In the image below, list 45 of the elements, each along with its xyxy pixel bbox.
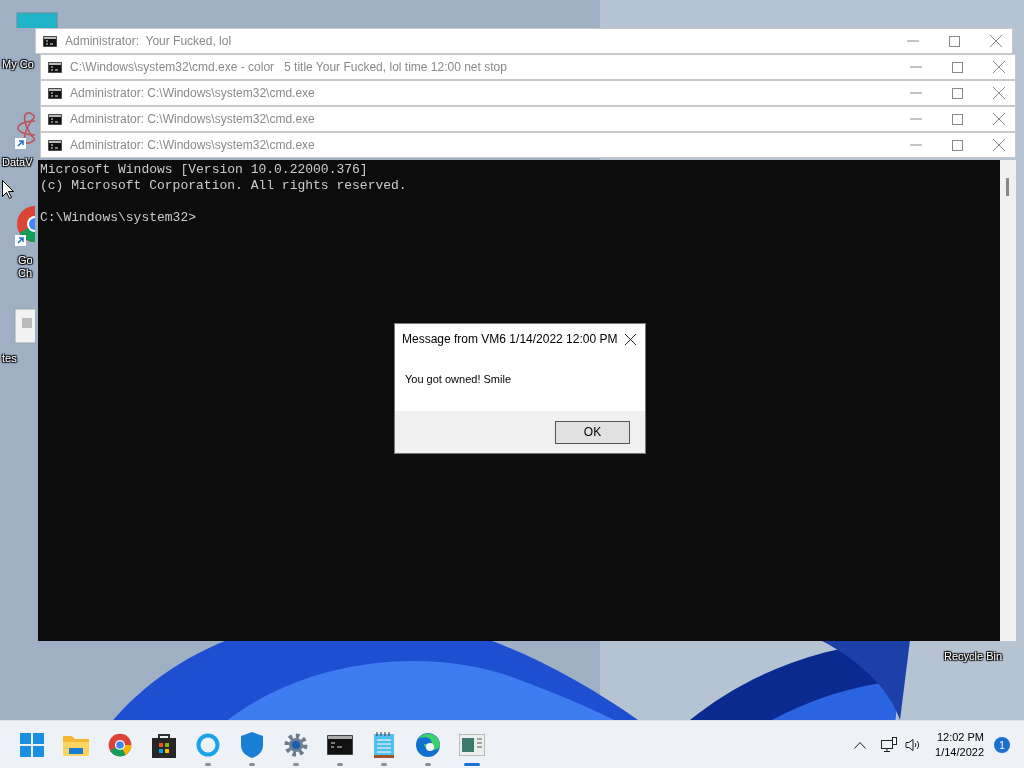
desktop-icon-label[interactable]: Recycle Bin xyxy=(944,648,1003,665)
ok-button[interactable]: OK xyxy=(555,420,630,444)
window-title: Administrator: Your Fucked, lol xyxy=(65,33,232,50)
ring-icon[interactable] xyxy=(196,733,220,757)
clock-time[interactable]: 12:02 PM xyxy=(936,730,984,745)
console-line: (c) Microsoft Corporation. All rights reserved. xyxy=(40,178,408,194)
maximize-icon[interactable] xyxy=(952,61,963,73)
maximize-icon[interactable] xyxy=(952,139,963,151)
clock-date[interactable]: 1/14/2022 xyxy=(935,745,984,760)
notification-count[interactable]: 1 xyxy=(994,737,1010,753)
maximize-icon[interactable] xyxy=(949,35,960,47)
chevron-up-icon[interactable] xyxy=(854,741,867,749)
console-icon xyxy=(48,113,62,125)
console-icon[interactable] xyxy=(327,735,353,755)
chrome-icon[interactable] xyxy=(108,733,132,757)
console-icon xyxy=(48,87,62,99)
close-icon[interactable] xyxy=(625,333,636,345)
console-prompt: C:\Windows\system32> xyxy=(40,210,198,226)
dialog-title: Message from VM6 1/14/2022 12:00 PM xyxy=(402,331,618,348)
desktop-icon-label[interactable]: Go Ch xyxy=(18,254,34,280)
shield-icon[interactable] xyxy=(241,732,263,758)
edge-icon[interactable] xyxy=(416,733,440,757)
console-line: Microsoft Windows [Version 10.0.22000.376] xyxy=(40,162,369,178)
windows-logo-icon[interactable] xyxy=(20,733,44,757)
window-title: C:\Windows\system32\cmd.exe - color 5 title Your Fucked, lol time 12:00 net stop xyxy=(70,59,507,76)
desktop-icon-label[interactable]: tes xyxy=(2,352,35,365)
window-icon[interactable] xyxy=(459,734,485,756)
dialog-message: You got owned! Smile xyxy=(404,372,512,387)
settings-icon[interactable] xyxy=(284,733,308,757)
window-title: Administrator: C:\Windows\system32\cmd.exe xyxy=(70,137,315,154)
network-icon[interactable] xyxy=(881,737,898,753)
folder-icon[interactable] xyxy=(63,734,89,756)
mouse-cursor-icon xyxy=(2,180,14,199)
console-icon xyxy=(48,139,62,151)
shopping-bag-icon[interactable] xyxy=(152,732,176,758)
maximize-icon[interactable] xyxy=(952,87,963,99)
desktop-icon-label[interactable]: DataV xyxy=(2,156,35,169)
console-icon xyxy=(43,35,57,47)
window-title: Administrator: C:\Windows\system32\cmd.exe xyxy=(70,85,315,102)
window-title: Administrator: C:\Windows\system32\cmd.exe xyxy=(70,111,315,128)
notepad-icon[interactable] xyxy=(374,732,394,758)
console-icon xyxy=(48,61,62,73)
maximize-icon[interactable] xyxy=(952,113,963,125)
desktop-icon-label[interactable]: My Co xyxy=(2,58,35,71)
speaker-icon[interactable] xyxy=(905,738,922,752)
